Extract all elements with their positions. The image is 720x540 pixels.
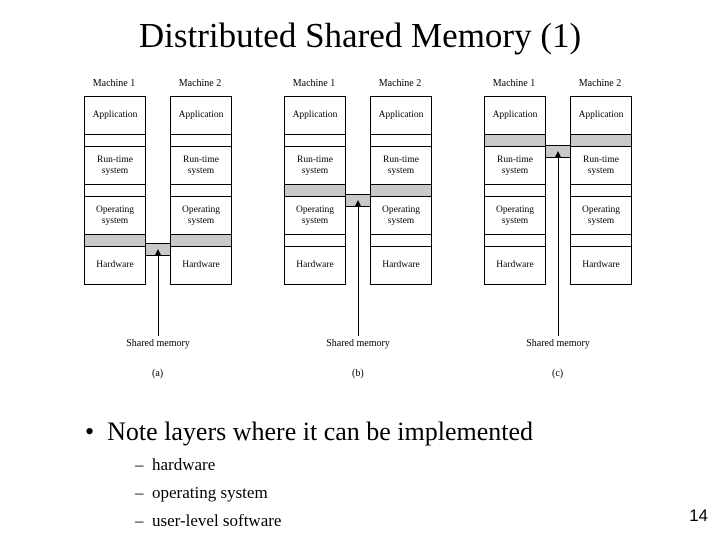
machine1-label-b: Machine 1 <box>284 78 344 89</box>
layer-gap <box>171 135 231 147</box>
pair-b: Machine 1 Machine 2 Application Run-time… <box>280 78 450 404</box>
layer-application: Application <box>485 97 545 135</box>
slide-title: Distributed Shared Memory (1) <box>0 0 720 56</box>
bullet-sub-3: – user-level software <box>135 510 645 532</box>
layer-application: Application <box>571 97 631 135</box>
machines-c: Machine 1 Machine 2 <box>480 78 650 92</box>
pair-c: Machine 1 Machine 2 Application Run-time… <box>480 78 650 404</box>
layer-hardware: Hardware <box>85 247 145 284</box>
bullet-sub-1: – hardware <box>135 454 645 476</box>
layer-os: Operating system <box>85 197 145 235</box>
layer-gap <box>571 185 631 197</box>
arrow-a <box>158 254 159 336</box>
machine2-label-b: Machine 2 <box>370 78 430 89</box>
layer-hardware: Hardware <box>571 247 631 284</box>
machines-a: Machine 1 Machine 2 <box>80 78 250 92</box>
pair-a: Machine 1 Machine 2 Application Run-time… <box>80 78 250 404</box>
layer-os: Operating system <box>571 197 631 235</box>
arrow-b <box>358 205 359 336</box>
layer-os: Operating system <box>485 197 545 235</box>
layer-application: Application <box>171 97 231 135</box>
shared-memory-bar-b <box>285 185 345 197</box>
shared-memory-bar-c <box>485 135 545 147</box>
stack-a1: Application Run-time system Operating sy… <box>84 96 146 285</box>
layer-runtime: Run-time system <box>285 147 345 185</box>
layer-runtime: Run-time system <box>85 147 145 185</box>
shared-memory-bar-b <box>371 185 431 197</box>
figure: Machine 1 Machine 2 Application Run-time… <box>80 78 650 404</box>
bullet-sub-3-text: user-level software <box>152 511 281 530</box>
layer-hardware: Hardware <box>285 247 345 284</box>
stack-b1: Application Run-time system Operating sy… <box>284 96 346 285</box>
layer-runtime: Run-time system <box>171 147 231 185</box>
layer-gap <box>171 185 231 197</box>
layer-gap <box>285 135 345 147</box>
layer-gap <box>485 185 545 197</box>
page-number: 14 <box>689 506 708 526</box>
stack-c2: Application Run-time system Operating sy… <box>570 96 632 285</box>
arrow-c <box>558 156 559 336</box>
layer-gap <box>371 235 431 247</box>
sub-label-b: (b) <box>352 368 364 379</box>
shared-memory-bar-c <box>571 135 631 147</box>
layer-os: Operating system <box>171 197 231 235</box>
layer-runtime: Run-time system <box>571 147 631 185</box>
sub-label-c: (c) <box>552 368 563 379</box>
layer-os: Operating system <box>371 197 431 235</box>
slide: Distributed Shared Memory (1) Machine 1 … <box>0 0 720 540</box>
layer-gap <box>371 135 431 147</box>
layer-runtime: Run-time system <box>371 147 431 185</box>
shared-memory-bar-a <box>171 235 231 247</box>
stack-b2: Application Run-time system Operating sy… <box>370 96 432 285</box>
machine1-label-a: Machine 1 <box>84 78 144 89</box>
machine1-label-c: Machine 1 <box>484 78 544 89</box>
layer-hardware: Hardware <box>171 247 231 284</box>
bullet-sub-2: – operating system <box>135 482 645 504</box>
layer-gap <box>85 185 145 197</box>
bullet-sub-1-text: hardware <box>152 455 215 474</box>
machines-b: Machine 1 Machine 2 <box>280 78 450 92</box>
bullets: • Note layers where it can be implemente… <box>85 416 645 532</box>
stack-a2: Application Run-time system Operating sy… <box>170 96 232 285</box>
shared-memory-label-a: Shared memory <box>118 338 198 349</box>
shared-memory-label-c: Shared memory <box>518 338 598 349</box>
bullet-main: • Note layers where it can be implemente… <box>85 416 645 448</box>
machine2-label-a: Machine 2 <box>170 78 230 89</box>
shared-memory-label-b: Shared memory <box>318 338 398 349</box>
layer-gap <box>85 135 145 147</box>
layer-application: Application <box>85 97 145 135</box>
layer-gap <box>285 235 345 247</box>
sub-label-a: (a) <box>152 368 163 379</box>
layer-gap <box>485 235 545 247</box>
bullet-main-text: Note layers where it can be implemented <box>107 417 533 446</box>
layer-hardware: Hardware <box>371 247 431 284</box>
layer-application: Application <box>285 97 345 135</box>
machine2-label-c: Machine 2 <box>570 78 630 89</box>
layer-runtime: Run-time system <box>485 147 545 185</box>
layer-os: Operating system <box>285 197 345 235</box>
stack-c1: Application Run-time system Operating sy… <box>484 96 546 285</box>
layer-gap <box>571 235 631 247</box>
layer-application: Application <box>371 97 431 135</box>
bullet-sub-2-text: operating system <box>152 483 268 502</box>
shared-memory-bar-a <box>85 235 145 247</box>
layer-hardware: Hardware <box>485 247 545 284</box>
